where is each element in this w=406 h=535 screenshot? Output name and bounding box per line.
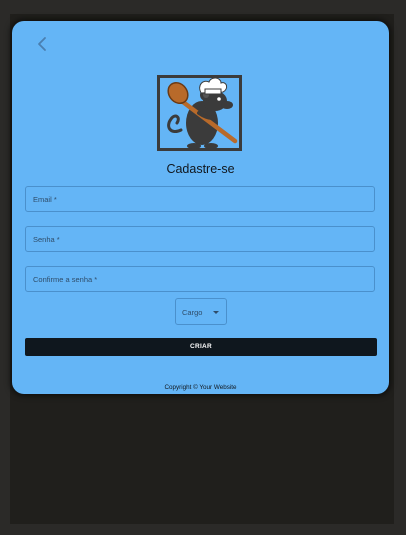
create-button[interactable]: CRIAR — [25, 338, 377, 356]
cargo-select[interactable]: Cargo — [175, 298, 227, 325]
page-title: Cadastre-se — [166, 162, 235, 176]
email-field[interactable]: Email * — [25, 186, 375, 212]
signup-card: Cadastre-se Email * Senha * Confirme a s… — [12, 21, 389, 394]
email-label: Email * — [33, 195, 57, 204]
confirm-password-field[interactable]: Confirme a senha * — [25, 266, 375, 292]
chef-rat-logo — [157, 75, 242, 151]
dropdown-caret-icon — [213, 311, 219, 314]
confirm-password-label: Confirme a senha * — [33, 275, 98, 284]
password-label: Senha * — [33, 235, 60, 244]
back-arrow-icon — [38, 37, 46, 51]
cargo-select-label: Cargo — [182, 308, 203, 317]
back-button[interactable] — [32, 33, 54, 55]
copyright-text: Copyright © Your Website — [164, 384, 237, 391]
password-field[interactable]: Senha * — [25, 226, 375, 252]
